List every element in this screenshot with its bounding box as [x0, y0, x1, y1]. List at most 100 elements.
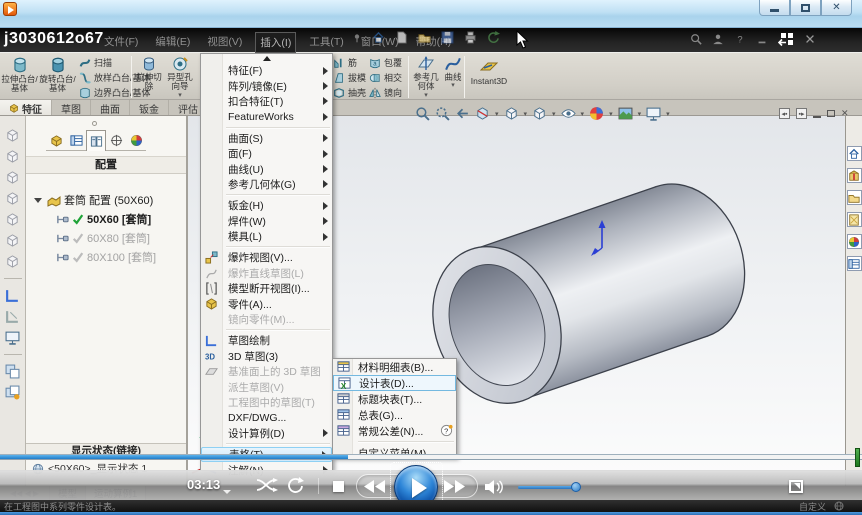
- sketch-tool-icon[interactable]: [5, 288, 20, 303]
- apply-scene-icon[interactable]: [618, 106, 633, 121]
- toolbar-button-mirror-icon[interactable]: 镜向: [369, 86, 402, 99]
- menubar-item[interactable]: 文件(F): [100, 32, 142, 53]
- cube-icon[interactable]: [5, 233, 20, 248]
- toolbar-button-reference-geometry-icon[interactable]: 参考几何体▾: [411, 55, 441, 99]
- menu-item[interactable]: 镜向零件(M)...: [201, 312, 332, 327]
- custom-properties-icon[interactable]: [847, 256, 862, 271]
- repeat-button[interactable]: [287, 477, 304, 493]
- view-settings-icon[interactable]: [646, 106, 661, 121]
- pin-menu-icon[interactable]: [352, 33, 362, 43]
- toolbar-button-wrap-icon[interactable]: a包覆: [369, 56, 402, 69]
- menu-item[interactable]: 草图绘制: [201, 333, 332, 348]
- minimize-icon[interactable]: [756, 33, 768, 45]
- dropdown-arrow-icon[interactable]: ▾: [666, 110, 670, 118]
- submenu-item[interactable]: 总表(G)...: [333, 407, 456, 423]
- fast-forward-button[interactable]: [444, 480, 466, 493]
- home-icon[interactable]: [372, 31, 385, 44]
- dropdown-arrow-icon[interactable]: ▾: [524, 110, 528, 118]
- cube-icon[interactable]: [5, 254, 20, 269]
- dropdown-arrow-icon[interactable]: ▾: [164, 92, 196, 100]
- menubar-item[interactable]: 插入(I): [255, 32, 296, 53]
- print-icon[interactable]: [464, 31, 477, 44]
- tree-config-item[interactable]: 60X80 [套筒]: [56, 230, 150, 246]
- doc-restore-icon[interactable]: [827, 110, 835, 117]
- doc-prev-icon[interactable]: ◂▪: [779, 108, 790, 119]
- menu-item[interactable]: 曲线(U): [201, 161, 332, 176]
- toolbar-button-draft-icon[interactable]: 拔模: [333, 71, 366, 84]
- menubar-item[interactable]: 工具(T): [305, 32, 347, 53]
- save-icon[interactable]: [441, 31, 454, 44]
- menu-item[interactable]: 模具(L): [201, 229, 332, 244]
- stop-button[interactable]: [333, 481, 344, 492]
- menubar-item[interactable]: 视图(V): [203, 32, 246, 53]
- user-icon[interactable]: [712, 33, 724, 45]
- toolbar-button-instant3d[interactable]: Instant3D: [467, 57, 511, 86]
- menu-item[interactable]: 零件(A)...: [201, 296, 332, 311]
- zoom-fit-icon[interactable]: [415, 106, 430, 121]
- rewind-button[interactable]: [364, 480, 386, 493]
- menu-item[interactable]: 扣合特征(T): [201, 94, 332, 109]
- submenu-item[interactable]: 标题块表(T)...: [333, 391, 456, 407]
- manager-tab-configuration-manager[interactable]: [86, 130, 106, 151]
- cascade-windows-icon[interactable]: [5, 385, 20, 400]
- menu-item[interactable]: 焊件(W): [201, 214, 332, 229]
- rebuild-icon[interactable]: [487, 31, 500, 44]
- doc-minimize-icon[interactable]: [813, 110, 821, 118]
- manager-tab-feature-manager[interactable]: [46, 130, 66, 151]
- menu-item[interactable]: 面(F): [201, 146, 332, 161]
- menu-item[interactable]: 派生草图(V): [201, 379, 332, 394]
- section-view-icon[interactable]: [475, 106, 490, 121]
- open-icon[interactable]: [418, 31, 431, 44]
- menu-item[interactable]: DXF/DWG...: [201, 410, 332, 425]
- submenu-item[interactable]: 材料明细表(B)...: [333, 359, 456, 375]
- tree-config-item[interactable]: 80X100 [套筒]: [56, 249, 156, 265]
- volume-thumb[interactable]: [571, 482, 581, 492]
- edit-appearance-icon[interactable]: [589, 106, 604, 121]
- menu-item[interactable]: 3D3D 草图(3): [201, 349, 332, 364]
- menubar-item[interactable]: 编辑(E): [151, 32, 194, 53]
- dropdown-arrow-icon[interactable]: ▾: [495, 110, 499, 118]
- monitor-icon[interactable]: [5, 330, 20, 345]
- menu-item[interactable]: 模型断开视图(I)...: [201, 281, 332, 296]
- search-icon[interactable]: [690, 33, 702, 45]
- menu-item[interactable]: 阵列/镜像(E): [201, 78, 332, 93]
- file-explorer-icon[interactable]: [847, 190, 862, 205]
- dropdown-arrow-icon[interactable]: ▾: [581, 110, 585, 118]
- tab-特征[interactable]: 特征: [0, 100, 52, 115]
- menu-item[interactable]: FeatureWorks: [201, 109, 332, 124]
- tree-root-item[interactable]: 套筒 配置 (50X60): [34, 192, 153, 208]
- dropdown-arrow-icon[interactable]: ▾: [609, 110, 613, 118]
- toolbar-button-revolve-boss-icon[interactable]: 旋转凸台/基体: [39, 55, 76, 94]
- shuffle-button[interactable]: [256, 478, 278, 492]
- toolbar-button-intersect-icon[interactable]: 相交: [369, 71, 402, 84]
- new-doc-icon[interactable]: [395, 31, 408, 44]
- toolbar-button-sweep-icon[interactable]: 扫描: [79, 56, 112, 69]
- view-palette-icon[interactable]: [847, 212, 862, 227]
- tab-曲面[interactable]: 曲面: [91, 100, 130, 115]
- tree-config-item[interactable]: 50X60 [套筒]: [56, 211, 151, 227]
- dropdown-arrow-icon[interactable]: ▾: [411, 92, 441, 100]
- menu-item[interactable]: 曲面(S): [201, 131, 332, 146]
- fullscreen-button[interactable]: [789, 480, 803, 493]
- display-style-icon[interactable]: [532, 106, 547, 121]
- menu-item[interactable]: 爆炸直线草图(L): [201, 266, 332, 281]
- seek-bar[interactable]: [0, 454, 862, 460]
- minimize-button[interactable]: [759, 0, 790, 16]
- appearances-icon[interactable]: [847, 234, 862, 249]
- menu-item[interactable]: 特征(F): [201, 63, 332, 78]
- derived-sketch-icon[interactable]: [5, 309, 20, 324]
- expand-arrow-icon[interactable]: [34, 198, 42, 203]
- zoom-area-icon[interactable]: [435, 106, 450, 121]
- manager-tab-dimxpert-manager[interactable]: [106, 130, 126, 151]
- toolbar-button-curves-icon[interactable]: 曲线▾: [441, 55, 465, 90]
- menu-item[interactable]: 钣金(H): [201, 198, 332, 213]
- help-bubble-icon[interactable]: ?: [440, 424, 453, 437]
- doc-close-icon[interactable]: ✕: [841, 108, 849, 119]
- design-library-icon[interactable]: [847, 168, 862, 183]
- time-caret-icon[interactable]: [223, 490, 231, 494]
- toolbar-button-shell-icon[interactable]: 抽壳: [333, 86, 366, 99]
- submenu-item[interactable]: 常规公差(N)...?: [333, 423, 456, 439]
- toolbar-button-boss-extrude-icon[interactable]: 拉伸凸台/基体: [1, 55, 38, 94]
- doc-next-icon[interactable]: ▪▸: [796, 108, 807, 119]
- menu-item[interactable]: 设计算例(D): [201, 426, 332, 441]
